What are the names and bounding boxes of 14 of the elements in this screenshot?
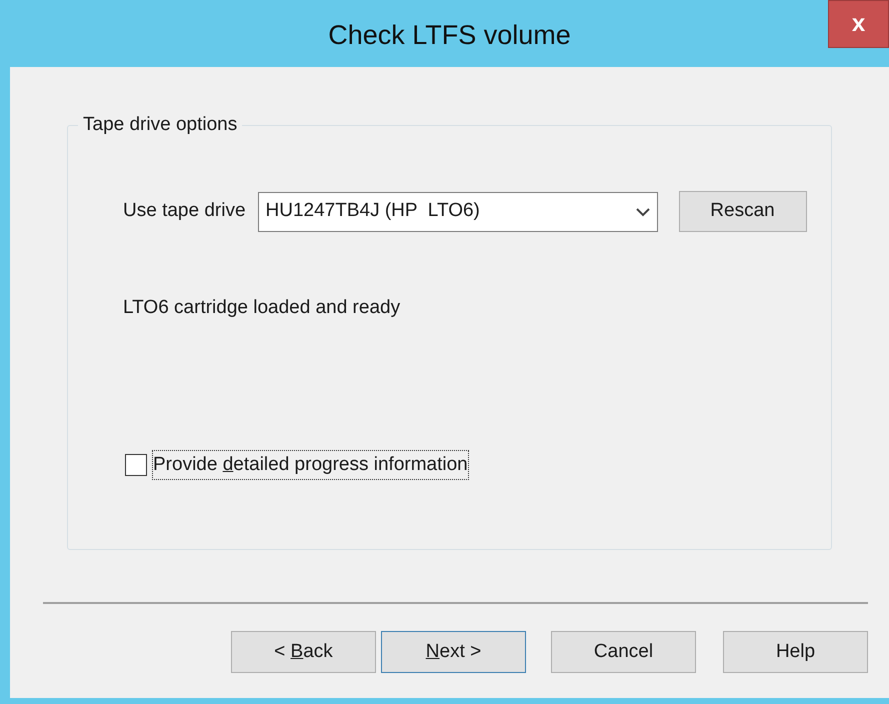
group-title: Tape drive options	[78, 113, 242, 137]
dialog-button[interactable]: Help	[723, 631, 868, 673]
chevron-down-icon	[636, 206, 650, 216]
window-title: Check LTFS volume	[328, 19, 571, 52]
drive-dropdown[interactable]: HU1247TB4J (HP LTO6)	[258, 192, 658, 232]
close-button[interactable]: x	[828, 0, 889, 48]
checkbox[interactable]	[125, 454, 147, 476]
rescan-button[interactable]: Rescan	[678, 191, 807, 232]
status-text: LTO6 cartridge loaded and ready	[123, 296, 400, 320]
dialog-button[interactable]: Next >	[381, 631, 526, 673]
checkbox-label[interactable]: Provide detailed progress information	[153, 450, 468, 479]
dialog-button[interactable]: Cancel	[551, 631, 696, 673]
dialog-button[interactable]: < Back	[231, 631, 376, 673]
drive-label: Use tape drive	[123, 199, 246, 224]
